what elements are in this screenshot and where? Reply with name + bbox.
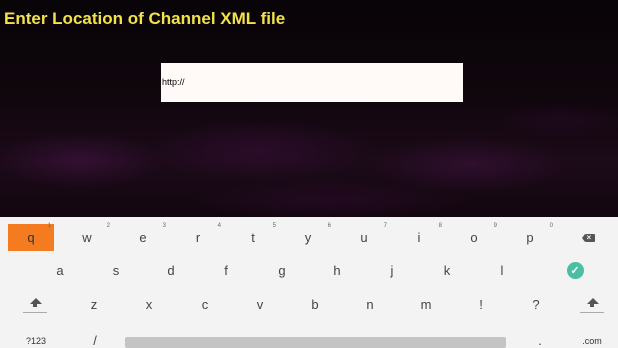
key-m[interactable]: m	[400, 291, 452, 318]
key-q[interactable]: q 1	[8, 223, 54, 251]
key-label: ?	[532, 297, 540, 312]
key-label: z	[90, 297, 98, 312]
key-label: m	[420, 297, 432, 312]
background-image	[0, 0, 618, 217]
key-label: n	[366, 297, 374, 312]
key-label: p	[526, 230, 534, 245]
key-hint: 5	[272, 223, 276, 229]
shift-right-key[interactable]	[569, 291, 615, 318]
key-label: r	[195, 230, 201, 245]
key-label: o	[470, 230, 478, 245]
key-label: v	[256, 297, 264, 312]
key-label: x	[145, 297, 153, 312]
key-n[interactable]: n	[344, 291, 396, 318]
page-title: Enter Location of Channel XML file	[4, 9, 286, 28]
key-hint: 7	[383, 223, 387, 229]
key-label: ?123	[25, 335, 47, 346]
key-t[interactable]: t 5	[227, 223, 279, 251]
key-period[interactable]: .	[528, 333, 552, 348]
key-u[interactable]: u 7	[338, 223, 390, 251]
key-hint: 2	[106, 223, 110, 229]
key-label: !	[479, 297, 483, 312]
key-label: y	[304, 230, 312, 245]
key-d[interactable]: d	[145, 257, 197, 284]
key-question[interactable]: ?	[510, 291, 562, 318]
key-i[interactable]: i 8	[393, 223, 445, 251]
key-label: .	[538, 333, 542, 348]
key-label: u	[360, 230, 368, 245]
key-label: g	[278, 263, 286, 278]
key-s[interactable]: s	[90, 257, 142, 284]
dotcom-key[interactable]: .com	[572, 333, 612, 348]
key-e[interactable]: e 3	[117, 223, 169, 251]
shift-icon	[23, 297, 47, 313]
key-b[interactable]: b	[289, 291, 341, 318]
key-label: a	[56, 263, 64, 278]
key-a[interactable]: a	[34, 257, 86, 284]
key-k[interactable]: k	[421, 257, 473, 284]
check-icon: ✓	[566, 262, 584, 279]
key-label: j	[390, 263, 394, 278]
key-f[interactable]: f	[200, 257, 252, 284]
key-label: d	[167, 263, 175, 278]
key-hint: 6	[327, 223, 331, 229]
key-label: l	[500, 263, 504, 278]
onscreen-keyboard: q 1 w 2 e 3 r 4 t 5 y 6 u 7 i 8 o 9 p 0 …	[0, 217, 618, 348]
key-l[interactable]: l	[476, 257, 528, 284]
key-v[interactable]: v	[234, 291, 286, 318]
key-label: t	[251, 230, 255, 245]
key-label: s	[112, 263, 120, 278]
key-exclamation[interactable]: !	[455, 291, 507, 318]
key-p[interactable]: p 0	[504, 223, 556, 251]
key-label: b	[311, 297, 319, 312]
key-hint: 4	[217, 223, 221, 229]
key-label: w	[82, 230, 92, 245]
key-label: e	[139, 230, 147, 245]
key-hint: 1	[47, 223, 51, 229]
shift-left-key[interactable]	[12, 291, 58, 318]
key-label: /	[93, 333, 97, 348]
symbols-key[interactable]: ?123	[14, 333, 58, 348]
shift-icon	[580, 297, 604, 313]
key-h[interactable]: h	[311, 257, 363, 284]
space-key[interactable]	[125, 337, 506, 348]
backspace-key[interactable]: ×	[563, 224, 613, 251]
backspace-icon: ×	[581, 233, 595, 242]
key-label: c	[201, 297, 209, 312]
key-z[interactable]: z	[68, 291, 120, 318]
enter-key[interactable]: ✓	[550, 257, 600, 284]
key-label: i	[417, 230, 421, 245]
key-hint: 0	[549, 223, 553, 229]
key-hint: 3	[162, 223, 166, 229]
key-hint: 8	[438, 223, 442, 229]
key-label: q	[27, 230, 35, 245]
key-j[interactable]: j	[366, 257, 418, 284]
key-hint: 9	[493, 223, 497, 229]
key-c[interactable]: c	[179, 291, 231, 318]
key-slash[interactable]: /	[80, 333, 110, 348]
key-r[interactable]: r 4	[172, 223, 224, 251]
key-label: k	[443, 263, 451, 278]
key-g[interactable]: g	[256, 257, 308, 284]
key-y[interactable]: y 6	[282, 223, 334, 251]
key-label: .com	[582, 335, 602, 346]
key-x[interactable]: x	[123, 291, 175, 318]
xml-location-input[interactable]	[161, 63, 463, 102]
key-w[interactable]: w 2	[61, 223, 113, 251]
key-label: h	[333, 263, 341, 278]
key-label: f	[224, 263, 228, 278]
key-o[interactable]: o 9	[448, 223, 500, 251]
